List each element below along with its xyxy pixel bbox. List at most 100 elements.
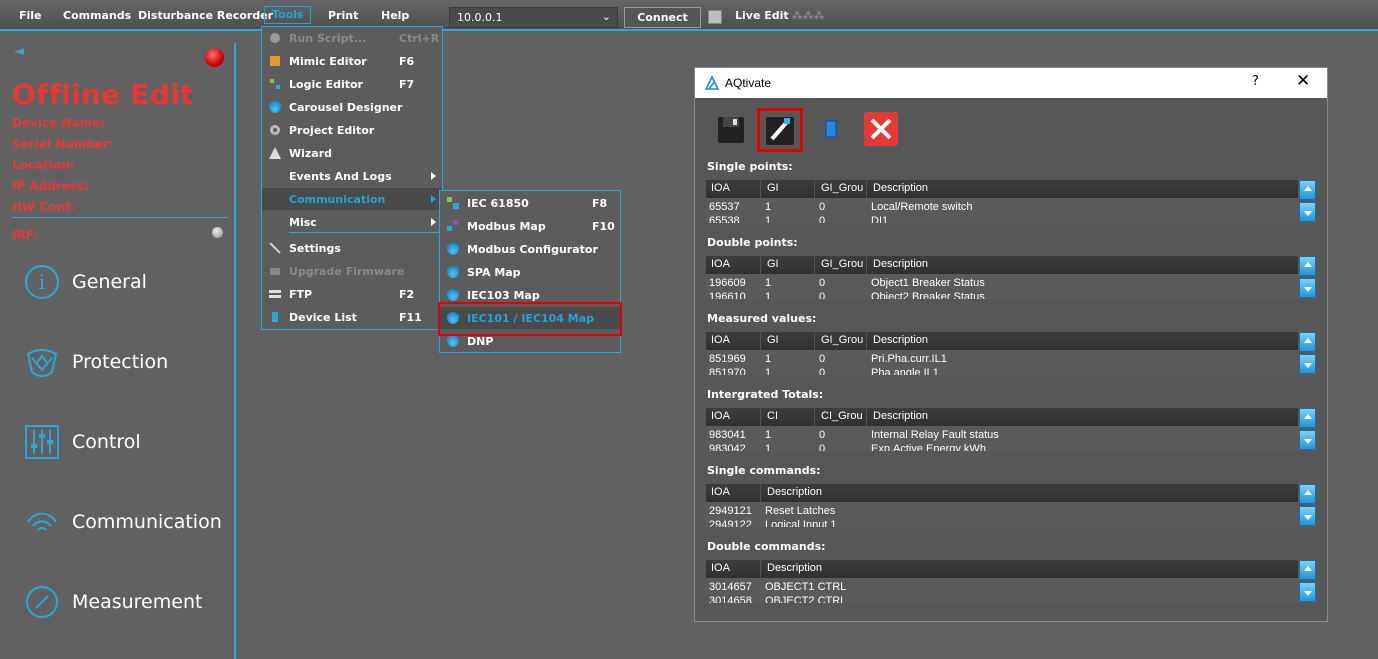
table-cell[interactable]: 851970 xyxy=(709,367,746,375)
nav-protection[interactable]: Protection xyxy=(22,340,168,384)
table-cell[interactable]: Reset Latches xyxy=(765,505,835,517)
column-header[interactable]: Description xyxy=(767,562,822,574)
menu-tools[interactable]: Tools xyxy=(264,6,312,24)
table-cell[interactable]: Internal Relay Fault status xyxy=(871,429,999,441)
menu-item-device-list[interactable]: Device List F11 xyxy=(262,306,442,328)
live-edit-checkbox[interactable] xyxy=(708,10,722,24)
nav-control[interactable]: Control xyxy=(22,420,141,464)
column-header[interactable]: GI xyxy=(767,334,779,346)
close-button[interactable]: ✕ xyxy=(1296,71,1310,91)
scroll-down-button[interactable] xyxy=(1299,278,1316,298)
menu-item-iec61850[interactable]: IEC 61850 F8 xyxy=(440,192,620,214)
nav-general[interactable]: i General xyxy=(22,260,147,304)
table-cell[interactable]: 0 xyxy=(819,429,825,441)
save-to-device-icon[interactable] xyxy=(760,111,800,151)
data-grid[interactable]: IOA Description 3014657 OBJECT1 CTRL 3014658… xyxy=(706,560,1316,603)
menu-item-logic-editor[interactable]: Logic Editor F7 xyxy=(262,73,442,95)
menu-item-mimic-editor[interactable]: Mimic Editor F6 xyxy=(262,50,442,72)
menu-item-carousel-designer[interactable]: Carousel Designer xyxy=(262,96,442,118)
scroll-down-button[interactable] xyxy=(1299,354,1316,374)
column-header[interactable]: IOA xyxy=(711,182,730,194)
table-cell[interactable]: 983041 xyxy=(709,429,746,441)
scroll-down-button[interactable] xyxy=(1299,430,1316,450)
table-cell[interactable]: 2949122 xyxy=(709,519,752,527)
table-cell[interactable]: 0 xyxy=(819,291,825,299)
column-header[interactable]: GI_Grou xyxy=(821,334,863,346)
column-header[interactable]: Description xyxy=(767,486,822,498)
scroll-up-button[interactable] xyxy=(1299,332,1316,352)
grid-scrollbar[interactable] xyxy=(1299,408,1316,451)
device-icon[interactable] xyxy=(811,109,851,149)
table-cell[interactable]: 1 xyxy=(765,443,771,451)
menu-item-settings[interactable]: Settings xyxy=(262,237,442,259)
scroll-up-button[interactable] xyxy=(1299,180,1316,200)
table-cell[interactable]: 1 xyxy=(765,367,771,375)
table-cell[interactable]: 2949121 xyxy=(709,505,752,517)
table-cell[interactable]: Local/Remote switch xyxy=(871,201,973,213)
table-cell[interactable]: 3014658 xyxy=(709,595,752,603)
address-combobox[interactable]: 10.0.0.1 ⌄ xyxy=(449,7,618,28)
table-cell[interactable]: Object1 Breaker Status xyxy=(871,277,985,289)
table-cell[interactable]: 0 xyxy=(819,215,825,223)
column-header[interactable]: Description xyxy=(873,334,928,346)
table-cell[interactable]: OBJECT1 CTRL xyxy=(765,581,846,593)
grid-scrollbar[interactable] xyxy=(1299,256,1316,299)
table-cell[interactable]: 0 xyxy=(819,353,825,365)
menu-item-modbus-configurator[interactable]: Modbus Configurator xyxy=(440,238,620,260)
back-arrow-icon[interactable]: ◄ xyxy=(14,44,24,59)
grid-scrollbar[interactable] xyxy=(1299,484,1316,527)
table-cell[interactable]: 65538 xyxy=(709,215,740,223)
column-header[interactable]: CI xyxy=(767,410,778,422)
table-cell[interactable]: Logical Input 1 xyxy=(765,519,837,527)
scroll-up-button[interactable] xyxy=(1299,256,1316,276)
scroll-up-button[interactable] xyxy=(1299,408,1316,428)
column-header[interactable]: Description xyxy=(873,410,928,422)
table-cell[interactable]: 1 xyxy=(765,429,771,441)
save-icon[interactable] xyxy=(711,109,751,149)
column-header[interactable]: IOA xyxy=(711,562,730,574)
table-cell[interactable]: OBJECT2 CTRL xyxy=(765,595,846,603)
grid-scrollbar[interactable] xyxy=(1299,332,1316,375)
scroll-up-button[interactable] xyxy=(1299,484,1316,504)
table-cell[interactable]: Pha.angle IL1 xyxy=(871,367,939,375)
menu-item-project-editor[interactable]: Project Editor xyxy=(262,119,442,141)
menu-print[interactable]: Print xyxy=(328,9,358,22)
table-cell[interactable]: 1 xyxy=(765,277,771,289)
column-header[interactable]: GI xyxy=(767,258,779,270)
column-header[interactable]: GI xyxy=(767,182,779,194)
data-grid[interactable]: IOA CI CI_Grou Description 983041 1 0 Internal … xyxy=(706,408,1316,451)
menu-item-upgrade-firmware[interactable]: Upgrade Firmware xyxy=(262,260,442,282)
nav-measurement[interactable]: Measurement xyxy=(22,580,202,624)
table-cell[interactable]: 196609 xyxy=(709,277,746,289)
menu-item-modbus-map[interactable]: Modbus Map F10 xyxy=(440,215,620,237)
cancel-icon[interactable] xyxy=(861,109,901,149)
column-header[interactable]: GI_Grou xyxy=(821,182,863,194)
table-cell[interactable]: Object2 Breaker Status xyxy=(871,291,985,299)
connect-button[interactable]: Connect xyxy=(624,7,701,28)
table-cell[interactable]: 983042 xyxy=(709,443,746,451)
column-header[interactable]: IOA xyxy=(711,410,730,422)
scroll-down-button[interactable] xyxy=(1299,582,1316,602)
table-cell[interactable]: 0 xyxy=(819,443,825,451)
table-cell[interactable]: 1 xyxy=(765,215,771,223)
column-header[interactable]: CI_Grou xyxy=(821,410,863,422)
data-grid[interactable]: IOA GI GI_Grou Description 65537 1 0 Local/Remo… xyxy=(706,180,1316,223)
column-header[interactable]: Description xyxy=(873,258,928,270)
table-cell[interactable]: Pri.Pha.curr.IL1 xyxy=(871,353,947,365)
menu-item-wizard[interactable]: Wizard xyxy=(262,142,442,164)
table-cell[interactable]: 851969 xyxy=(709,353,746,365)
grid-scrollbar[interactable] xyxy=(1299,560,1316,603)
table-cell[interactable]: 65537 xyxy=(709,201,740,213)
table-cell[interactable]: 0 xyxy=(819,277,825,289)
table-cell[interactable]: 1 xyxy=(765,353,771,365)
menu-item-run-script[interactable]: Run Script... Ctrl+R xyxy=(262,27,442,49)
column-header[interactable]: Description xyxy=(873,182,928,194)
scroll-down-button[interactable] xyxy=(1299,202,1316,222)
data-grid[interactable]: IOA GI GI_Grou Description 851969 1 0 Pri.Pha.c… xyxy=(706,332,1316,375)
menu-file[interactable]: File xyxy=(19,9,42,22)
table-cell[interactable]: DI1 xyxy=(871,215,888,223)
column-header[interactable]: IOA xyxy=(711,334,730,346)
table-cell[interactable]: 196610 xyxy=(709,291,746,299)
table-cell[interactable]: 3014657 xyxy=(709,581,752,593)
menu-item-ftp[interactable]: FTP F2 xyxy=(262,283,442,305)
